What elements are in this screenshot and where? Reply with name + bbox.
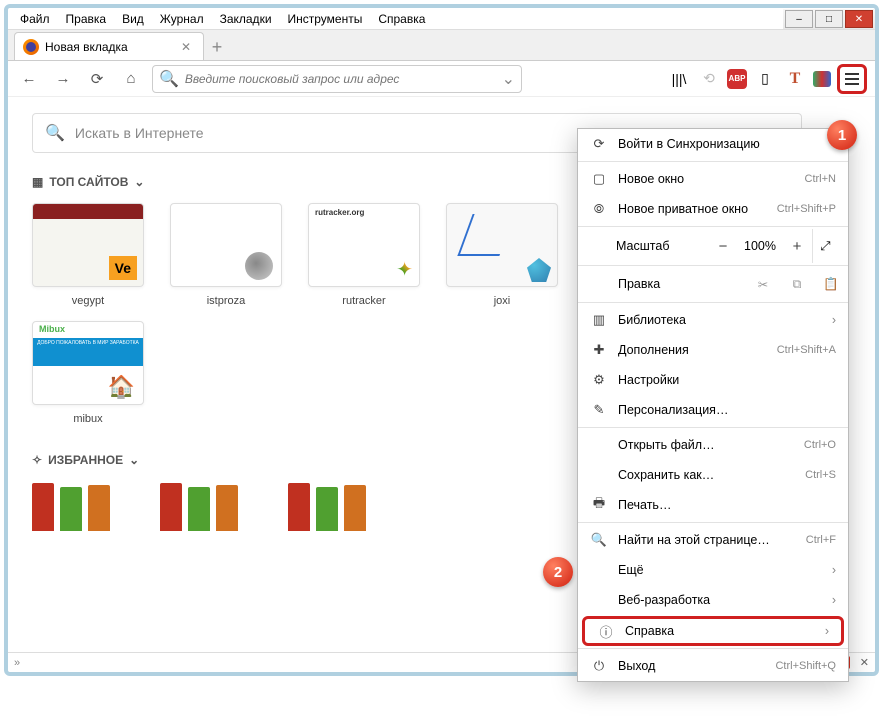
highlight-item[interactable] [160,481,238,531]
highlight-item[interactable] [288,481,366,531]
library-icon[interactable]: |||\ [667,67,691,91]
menu-item-webdev[interactable]: Веб-разработка› [578,585,848,615]
tile-istproza[interactable]: istproza [170,203,282,307]
forward-button[interactable]: → [50,66,76,92]
power-icon: ⏻ [590,658,608,674]
puzzle-icon: ✚ [590,342,608,358]
menu-item-library[interactable]: ▥Библиотека› [578,305,848,335]
callout-1: 1 [827,120,857,150]
maximize-button[interactable]: □ [815,10,843,28]
copy-button[interactable]: ⧉ [780,277,814,292]
home-button[interactable]: ⌂ [118,66,144,92]
app-menu-button[interactable] [837,64,867,94]
back-button[interactable]: ← [16,66,42,92]
chevron-down-icon[interactable]: ⌄ [134,175,144,189]
help-icon: ⓘ [597,622,615,641]
menu-help[interactable]: Справка [372,10,431,28]
adblock-icon[interactable]: ABP [727,69,747,89]
menu-item-save-as[interactable]: Сохранить как…Ctrl+S [578,460,848,490]
chevron-down-icon[interactable]: ⌄ [129,453,139,467]
menu-item-settings[interactable]: ⚙Настройки [578,365,848,395]
new-tab-button[interactable]: + [204,34,230,60]
menu-edit[interactable]: Правка [60,10,113,28]
chevron-right-icon: › [832,313,836,327]
menu-item-help[interactable]: ⓘСправка› [582,616,844,646]
window-controls: – □ ✕ [783,9,875,29]
menu-file[interactable]: Файл [14,10,56,28]
menu-item-find[interactable]: 🔍Найти на этой странице…Ctrl+F [578,525,848,555]
tile-thumb [446,203,558,287]
tile-thumb [308,203,420,287]
reload-button[interactable]: ⟳ [84,66,110,92]
tab-title: Новая вкладка [45,40,128,54]
nav-bar: ← → ⟳ ⌂ 🔍 ⌄ |||\ ⟲ ABP ▯ T [8,61,875,97]
app-menu-popup: ⟳Войти в Синхронизацию ▢Новое окноCtrl+N… [577,128,849,682]
grid-icon: ▦ [32,175,43,189]
tab-close-button[interactable]: ✕ [177,40,195,54]
menu-item-new-private[interactable]: ⦾Новое приватное окноCtrl+Shift+P [578,194,848,224]
zoom-out-button[interactable]: − [708,238,738,255]
fullscreen-button[interactable]: ⤢ [812,229,838,263]
status-close-button[interactable]: ✕ [860,656,869,669]
search-icon: 🔍 [159,69,179,89]
cut-button[interactable]: ✂ [746,277,780,292]
chevron-right-icon: › [832,593,836,607]
sync-icon: ⟳ [590,136,608,152]
menu-bookmarks[interactable]: Закладки [214,10,278,28]
search-icon: 🔍 [45,123,65,143]
tile-vegypt[interactable]: vegypt [32,203,144,307]
reader-icon[interactable]: ▯ [753,67,777,91]
menu-item-print[interactable]: 🖶Печать… [578,490,848,520]
chevron-right-icon: › [832,563,836,577]
expand-icon[interactable]: » [14,657,20,669]
menu-item-sync[interactable]: ⟳Войти в Синхронизацию [578,129,848,159]
minimize-button[interactable]: – [785,10,813,28]
brush-icon: ✎ [590,402,608,418]
menu-item-quit[interactable]: ⏻ВыходCtrl+Shift+Q [578,651,848,681]
urlbar-dropdown-icon[interactable]: ⌄ [502,69,515,89]
highlight-item[interactable] [32,481,110,531]
zoom-value: 100% [738,239,782,253]
search-icon: 🔍 [590,532,608,548]
palette-icon[interactable] [813,71,831,87]
menu-history[interactable]: Журнал [154,10,210,28]
window-icon: ▢ [590,171,608,187]
sync-icon[interactable]: ⟲ [697,67,721,91]
menu-item-more[interactable]: Ещё› [578,555,848,585]
url-bar[interactable]: 🔍 ⌄ [152,65,522,93]
menu-item-new-window[interactable]: ▢Новое окноCtrl+N [578,164,848,194]
paste-button[interactable]: 📋 [814,277,848,292]
menu-bar: Файл Правка Вид Журнал Закладки Инструме… [8,9,875,29]
zoom-in-button[interactable]: + [782,238,812,255]
url-input[interactable] [185,72,502,86]
menu-view[interactable]: Вид [116,10,150,28]
search-placeholder: Искать в Интернете [75,125,204,141]
firefox-favicon-icon [23,39,39,55]
print-icon: 🖶 [590,494,608,516]
library-icon: ▥ [590,312,608,328]
gear-icon: ⚙ [590,372,608,388]
tile-thumb [170,203,282,287]
sparkle-icon: ✧ [32,453,42,467]
tile-thumb [32,203,144,287]
callout-2: 2 [543,557,573,587]
mask-icon: ⦾ [590,201,608,217]
t-addon-icon[interactable]: T [783,67,807,91]
menu-item-addons[interactable]: ✚ДополненияCtrl+Shift+A [578,335,848,365]
tile-rutracker[interactable]: rutracker [308,203,420,307]
tile-thumb: ДОБРО ПОЖАЛОВАТЬ В МИР ЗАРАБОТКА [32,321,144,405]
menu-zoom: Масштаб − 100% + ⤢ [578,229,848,263]
tile-joxi[interactable]: joxi [446,203,558,307]
menu-item-customize[interactable]: ✎Персонализация… [578,395,848,425]
chevron-right-icon: › [825,624,829,638]
tab-bar: Новая вкладка ✕ + [8,29,875,61]
menu-tools[interactable]: Инструменты [282,10,369,28]
menu-edit-row: Правка ✂ ⧉ 📋 [578,268,848,300]
tile-mibux[interactable]: ДОБРО ПОЖАЛОВАТЬ В МИР ЗАРАБОТКАmibux [32,321,144,425]
tab-active[interactable]: Новая вкладка ✕ [14,32,204,60]
menu-item-open-file[interactable]: Открыть файл…Ctrl+O [578,430,848,460]
window-close-button[interactable]: ✕ [845,10,873,28]
